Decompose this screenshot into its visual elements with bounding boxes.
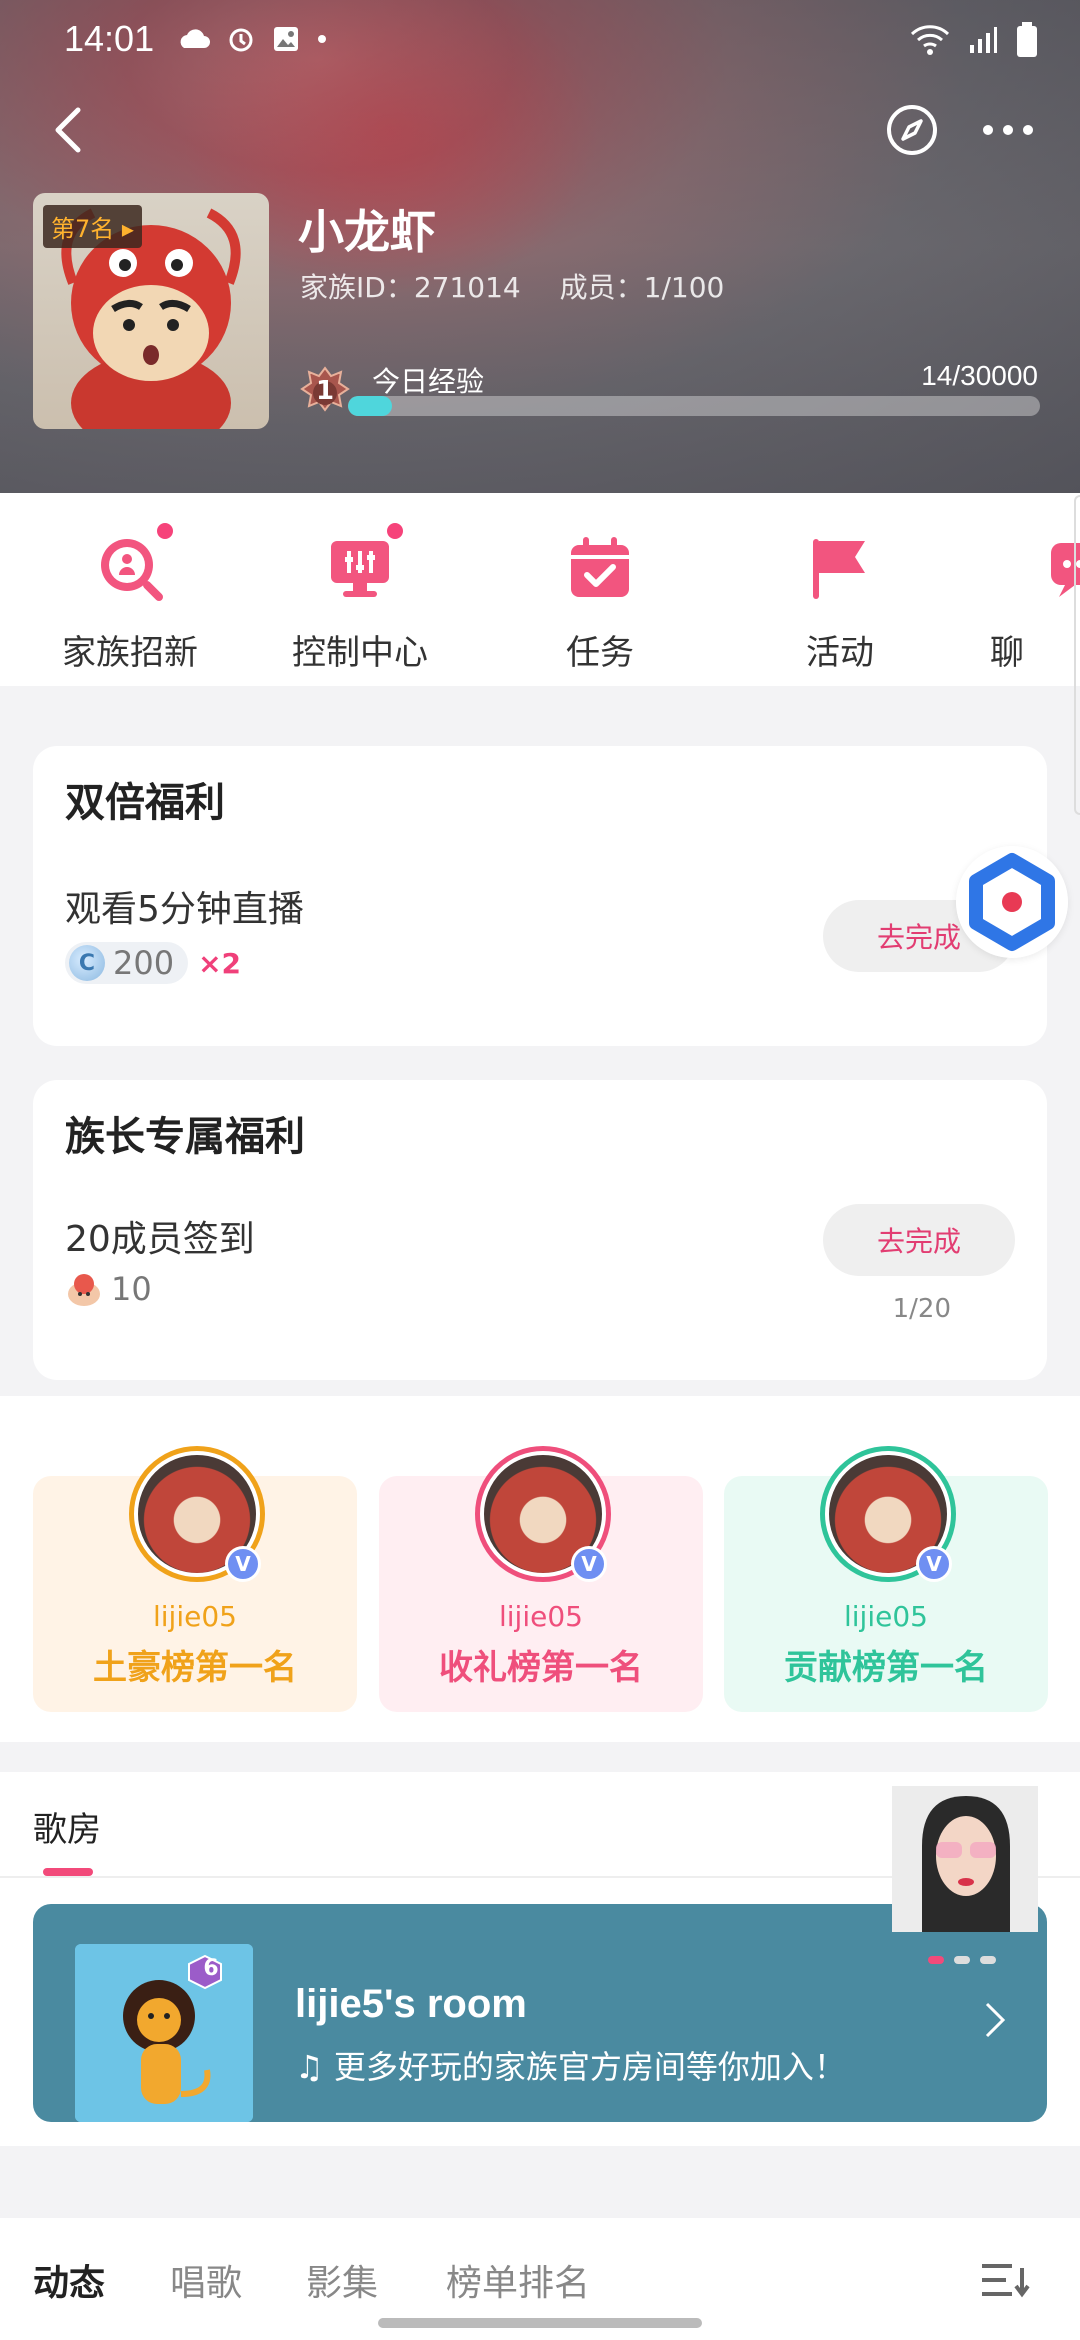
shortcut-activities[interactable]: 活动 xyxy=(750,523,930,674)
double-bonus-card: 双倍福利 观看5分钟直播 C 200 ×2 去完成 xyxy=(33,746,1047,1046)
family-id: 家族ID：271014 xyxy=(300,271,521,304)
leader-bonus-reward: 10 xyxy=(65,1270,152,1308)
double-bonus-reward: C 200 ×2 xyxy=(65,942,241,984)
double-bonus-title: 双倍福利 xyxy=(65,780,225,826)
tab-rankings[interactable]: 榜单排名 xyxy=(446,2254,590,2306)
family-members: 成员：1/100 xyxy=(559,271,725,304)
sort-icon[interactable] xyxy=(980,2262,1032,2298)
shortcut-bar: 家族招新 控制中心 任务 活动 聊 xyxy=(0,493,1080,686)
recruit-notification-dot xyxy=(157,523,173,539)
double-bonus-task: 观看5分钟直播 xyxy=(65,889,304,930)
room-level-badge: 6 xyxy=(203,1956,219,1981)
experience-value: 14/30000 xyxy=(921,360,1038,391)
family-avatar[interactable]: 第7名 ▸ xyxy=(33,193,269,429)
gift-character-icon xyxy=(68,1274,100,1306)
top-rank-title: 土豪榜第一名 xyxy=(93,1648,297,1688)
shortcut-tasks[interactable]: 任务 xyxy=(510,523,690,674)
banner-pagination xyxy=(928,1956,996,1964)
leader-bonus-progress: 1/20 xyxy=(892,1294,951,1324)
floating-assistant-icon[interactable] xyxy=(956,846,1068,958)
leader-bonus-card: 族长专属福利 20成员签到 10 去完成 1/20 xyxy=(33,1080,1047,1380)
shortcut-chat[interactable]: 聊 xyxy=(990,523,1080,674)
top-rank-card[interactable]: Vlijie05 收礼榜第一名 xyxy=(379,1446,703,1712)
pagination-dot xyxy=(954,1956,970,1964)
wifi-icon xyxy=(910,25,950,55)
reward-amount: 200 xyxy=(113,944,175,982)
shortcut-label: 活动 xyxy=(806,633,874,673)
status-bar: 14:01 xyxy=(0,0,1080,80)
shortcut-label: 聊 xyxy=(990,633,1024,673)
status-system-icons xyxy=(910,22,1038,58)
experience-label: 今日经验 xyxy=(372,365,485,398)
compass-button[interactable] xyxy=(884,102,940,158)
leader-bonus-task: 20成员签到 xyxy=(65,1219,255,1260)
ad-banner-thumbnail[interactable] xyxy=(892,1786,1038,1932)
level-number: 1 xyxy=(315,376,335,406)
shortcut-recruit[interactable]: 家族招新 xyxy=(40,523,220,674)
tab-song-room[interactable]: 歌房 xyxy=(33,1802,101,1851)
shortcut-label: 任务 xyxy=(566,633,634,673)
reward-multiplier: ×2 xyxy=(198,946,242,980)
flag-icon xyxy=(805,533,875,603)
family-name: 小龙虾 xyxy=(298,205,436,259)
tab-albums[interactable]: 影集 xyxy=(306,2254,378,2306)
home-indicator[interactable] xyxy=(378,2318,702,2328)
family-meta: 家族ID：271014 成员：1/100 xyxy=(300,266,754,306)
verified-icon: V xyxy=(225,1546,261,1582)
avatar[interactable]: V xyxy=(475,1446,611,1582)
status-notification-icons xyxy=(176,24,328,54)
leader-bonus-go-button[interactable]: 去完成 xyxy=(823,1204,1015,1276)
control-center-icon xyxy=(325,523,403,603)
pagination-dot xyxy=(928,1956,944,1964)
shortcut-label: 控制中心 xyxy=(292,633,428,673)
battery-icon xyxy=(1017,22,1037,57)
recruit-icon xyxy=(95,523,173,603)
shortcut-label: 家族招新 xyxy=(62,633,198,673)
reward-amount: 10 xyxy=(111,1270,152,1308)
avatar[interactable]: V xyxy=(129,1446,265,1582)
rank-badge: 第7名 ▸ xyxy=(43,205,142,248)
family-header: 14:01 第7名 ▸ 小龙虾 家族ID：271014 成员：1/100 1 今… xyxy=(0,0,1080,493)
nav-bar xyxy=(0,90,1080,170)
more-button[interactable] xyxy=(976,102,1040,158)
room-subtitle: ♫ 更多好玩的家族官方房间等你加入！ xyxy=(295,2048,846,2086)
top-rank-username: lijie05 xyxy=(844,1600,928,1633)
coin-icon: C xyxy=(69,945,105,981)
signal-icon xyxy=(970,27,997,53)
verified-icon: V xyxy=(571,1546,607,1582)
experience-row: 1 今日经验 14/30000 xyxy=(300,356,1040,420)
top-rank-title: 收礼榜第一名 xyxy=(439,1648,643,1688)
top-rank-card[interactable]: Vlijie05 土豪榜第一名 xyxy=(33,1446,357,1712)
music-note-icon: ♫ xyxy=(295,2048,334,2086)
coin-pill: C 200 xyxy=(65,942,189,984)
top-rank-card[interactable]: Vlijie05 贡献榜第一名 xyxy=(724,1446,1048,1712)
room-card[interactable]: 6 lijie5's room ♫ 更多好玩的家族官方房间等你加入！ xyxy=(33,1904,1047,2122)
cloud-icon xyxy=(180,29,210,48)
leader-bonus-title: 族长专属福利 xyxy=(65,1114,305,1160)
horizontal-scroll-indicator[interactable] xyxy=(1074,495,1080,815)
control-center-notification-dot xyxy=(387,523,403,539)
back-button[interactable] xyxy=(40,100,100,160)
lion-character-icon xyxy=(75,1944,253,2122)
top-rank-username: lijie05 xyxy=(153,1600,237,1633)
alarm-icon xyxy=(229,28,253,52)
status-time: 14:01 xyxy=(64,18,155,59)
chevron-right-icon xyxy=(985,2002,1006,2038)
image-icon xyxy=(274,27,298,51)
tab-underline xyxy=(43,1868,93,1876)
room-title: lijie5's room xyxy=(295,1982,527,2026)
calendar-task-icon xyxy=(565,533,635,603)
room-thumbnail: 6 xyxy=(75,1944,253,2122)
model-portrait-icon xyxy=(892,1786,1038,1932)
dot-icon xyxy=(318,35,326,43)
tab-singing[interactable]: 唱歌 xyxy=(170,2254,242,2306)
shortcut-control-center[interactable]: 控制中心 xyxy=(270,523,450,674)
top-rank-username: lijie05 xyxy=(499,1600,583,1633)
tab-feed[interactable]: 动态 xyxy=(33,2254,105,2306)
pagination-dot xyxy=(980,1956,996,1964)
verified-icon: V xyxy=(916,1546,952,1582)
avatar[interactable]: V xyxy=(820,1446,956,1582)
top-rank-title: 贡献榜第一名 xyxy=(784,1648,988,1688)
